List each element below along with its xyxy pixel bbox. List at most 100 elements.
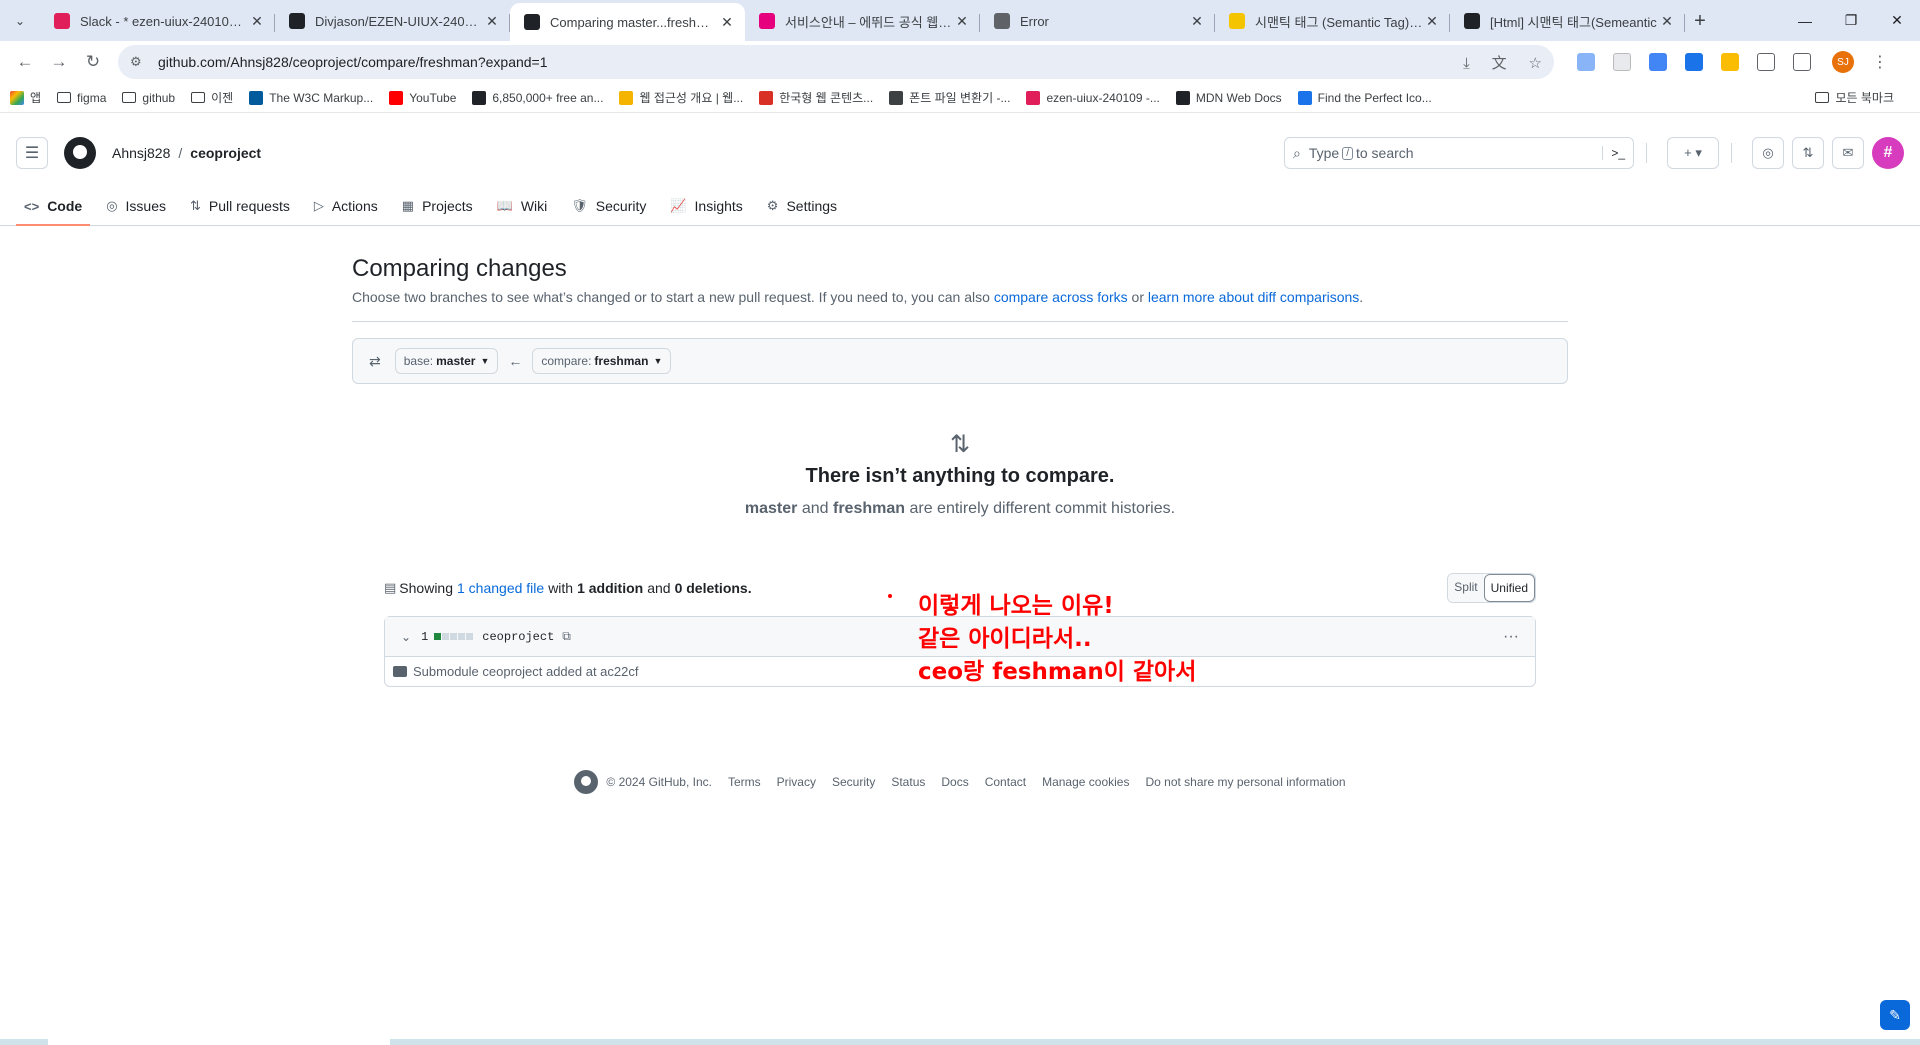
issues-icon[interactable]: ◎ xyxy=(1752,137,1784,169)
tab-search-icon[interactable]: ⌄ xyxy=(0,0,40,41)
bookmark-item[interactable]: ezen-uiux-240109 -... xyxy=(1026,90,1160,105)
search-input[interactable]: ⌕ Type / to search >_ xyxy=(1284,137,1634,169)
footer-link[interactable]: Terms xyxy=(728,775,761,789)
minimize-icon[interactable]: — xyxy=(1782,13,1828,29)
learn-more-link[interactable]: learn more about diff comparisons xyxy=(1148,289,1359,305)
footer-link[interactable]: Privacy xyxy=(777,775,816,789)
extension-icon[interactable] xyxy=(1721,53,1739,71)
chevron-down-icon[interactable]: ⌄ xyxy=(401,630,411,644)
browser-menu-icon[interactable]: ⋮ xyxy=(1872,52,1888,72)
address-bar[interactable]: ⚙ github.com/Ahnsj828/ceoproject/compare… xyxy=(118,45,1554,79)
tab-insights[interactable]: 📈 Insights xyxy=(662,186,750,226)
restore-icon[interactable]: ❐ xyxy=(1828,12,1874,29)
pull-requests-icon[interactable]: ⇅ xyxy=(1792,137,1824,169)
footer-link[interactable]: Manage cookies xyxy=(1042,775,1129,789)
file-name[interactable]: ceoproject xyxy=(482,630,554,644)
browser-tab[interactable]: Divjason/EZEN-UIUX-240109 ✕ xyxy=(275,4,510,38)
bookmark-item[interactable]: github xyxy=(122,91,175,105)
more-options-icon[interactable]: ··· xyxy=(1503,628,1519,646)
annotation-line: 같은 아이디라서.. xyxy=(918,626,1092,652)
footer-link[interactable]: Do not share my personal information xyxy=(1145,775,1345,789)
extension-icon[interactable] xyxy=(1649,53,1667,71)
compare-branch-select[interactable]: compare: freshman ▼ xyxy=(532,348,672,374)
translate-icon[interactable]: 文 xyxy=(1492,55,1507,72)
browser-tab[interactable]: Slack - * ezen-uiux-240109 - W ✕ xyxy=(40,4,275,38)
extension-icon[interactable] xyxy=(1613,53,1631,71)
bookmark-item[interactable]: 폰트 파일 변환기 -... xyxy=(889,89,1010,106)
bookmark-item[interactable]: 웹 접근성 개요 | 웹... xyxy=(619,89,743,106)
bookmark-item[interactable]: 한국형 웹 콘텐츠... xyxy=(759,89,873,106)
tab-actions[interactable]: ▷ Actions xyxy=(306,186,386,226)
inbox-icon[interactable]: ✉ xyxy=(1832,137,1864,169)
copy-icon[interactable]: ⧉ xyxy=(562,629,571,644)
tab-projects[interactable]: ▦ Projects xyxy=(394,186,481,226)
code-icon: <> xyxy=(24,198,40,214)
create-new-button[interactable]: + ▾ xyxy=(1667,137,1719,169)
split-view-button[interactable]: Split xyxy=(1448,574,1484,602)
hamburger-menu-icon[interactable]: ☰ xyxy=(16,137,48,169)
actions-icon: ▷ xyxy=(313,198,324,213)
bookmark-item[interactable]: Find the Perfect Ico... xyxy=(1297,90,1432,105)
tab-issues[interactable]: ◎ Issues xyxy=(98,186,174,226)
footer-link[interactable]: Docs xyxy=(941,775,968,789)
bookmark-item[interactable]: The W3C Markup... xyxy=(249,90,373,105)
extension-icon[interactable] xyxy=(1577,53,1595,71)
side-panel-icon[interactable] xyxy=(1793,53,1811,71)
browser-tab[interactable]: [Html] 시맨틱 태그(Semeantic ✕ xyxy=(1450,4,1685,38)
browser-tab[interactable]: Error ✕ xyxy=(980,4,1215,38)
close-window-icon[interactable]: ✕ xyxy=(1874,12,1920,29)
site-info-icon[interactable]: ⚙ xyxy=(130,54,150,70)
url-text[interactable]: github.com/Ahnsj828/ceoproject/compare/f… xyxy=(158,54,1445,70)
tab-close-icon[interactable]: ✕ xyxy=(1659,13,1675,30)
base-branch-select[interactable]: base: master ▼ xyxy=(394,348,499,374)
bookmark-star-icon[interactable]: ☆ xyxy=(1529,55,1542,72)
search-shortcut-key: / xyxy=(1342,146,1353,160)
tab-wiki[interactable]: 📖 Wiki xyxy=(489,186,556,226)
github-logo-icon[interactable] xyxy=(574,770,599,794)
tab-title: Error xyxy=(1020,13,1049,29)
tab-close-icon[interactable]: ✕ xyxy=(249,13,265,30)
github-logo-icon[interactable] xyxy=(64,137,96,169)
tab-code[interactable]: <> Code xyxy=(16,186,91,226)
tab-pull-requests[interactable]: ⇅ Pull requests xyxy=(182,186,298,226)
bookmark-item[interactable]: YouTube xyxy=(389,90,456,105)
footer-link[interactable]: Security xyxy=(832,775,875,789)
horizontal-scrollbar[interactable] xyxy=(0,1039,1920,1045)
edit-pen-icon[interactable]: ✎ xyxy=(1880,1000,1910,1030)
footer-link[interactable]: Status xyxy=(891,775,925,789)
forward-icon[interactable]: → xyxy=(42,45,76,79)
tab-security[interactable]: 🛡 Security xyxy=(563,186,654,226)
tab-close-icon[interactable]: ✕ xyxy=(719,14,735,31)
command-palette-icon[interactable]: >_ xyxy=(1602,146,1625,160)
bookmark-item[interactable]: 이젠 xyxy=(191,89,233,106)
annotation-line: 이렇게 나오는 이유! xyxy=(918,593,1114,619)
install-icon[interactable]: ⤓ xyxy=(1463,55,1470,72)
user-avatar[interactable]: # xyxy=(1872,137,1904,169)
reload-icon[interactable]: ↻ xyxy=(76,45,110,79)
tab-close-icon[interactable]: ✕ xyxy=(1189,13,1205,30)
back-icon[interactable]: ← xyxy=(8,45,42,79)
puzzle-icon[interactable] xyxy=(1757,53,1775,71)
tab-settings[interactable]: ⚙ Settings xyxy=(759,186,845,226)
footer-link[interactable]: Contact xyxy=(985,775,1026,789)
unified-view-button[interactable]: Unified xyxy=(1483,574,1535,602)
extension-icon[interactable] xyxy=(1685,53,1703,71)
tab-close-icon[interactable]: ✕ xyxy=(1424,13,1440,30)
compare-icon: ⇅ xyxy=(949,431,971,458)
all-bookmarks[interactable]: 모든 북마크 xyxy=(1815,89,1894,106)
bookmark-item[interactable]: 앱 xyxy=(10,89,41,106)
profile-avatar[interactable]: SJ xyxy=(1832,51,1854,73)
bookmark-item[interactable]: figma xyxy=(57,91,106,105)
changed-files-link[interactable]: 1 changed file xyxy=(457,580,544,596)
repo-owner-link[interactable]: Ahnsj828 xyxy=(112,145,170,161)
bookmark-item[interactable]: 6,850,000+ free an... xyxy=(472,90,603,105)
compare-across-forks-link[interactable]: compare across forks xyxy=(994,289,1128,305)
bookmark-item[interactable]: MDN Web Docs xyxy=(1175,90,1282,105)
tab-close-icon[interactable]: ✕ xyxy=(954,13,970,30)
repo-name-link[interactable]: ceoproject xyxy=(190,145,261,161)
browser-tab[interactable]: Comparing master...freshman ✕ xyxy=(510,3,745,41)
browser-tab[interactable]: 시맨틱 태그 (Semantic Tag)란? ✕ xyxy=(1215,4,1450,38)
tab-close-icon[interactable]: ✕ xyxy=(484,13,500,30)
browser-tab[interactable]: 서비스안내 – 에뛰드 공식 웹사이트✕ xyxy=(745,4,980,38)
new-tab-button[interactable]: + xyxy=(1685,4,1715,38)
